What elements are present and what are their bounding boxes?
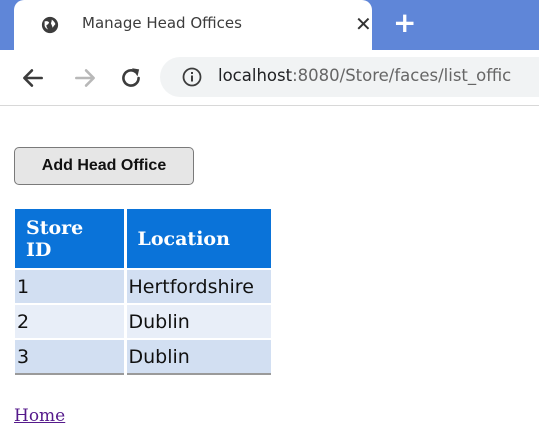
store-id-cell: 2: [15, 303, 127, 339]
home-link[interactable]: Home: [14, 406, 65, 426]
column-header-store-id: Store ID: [15, 209, 127, 269]
store-id-cell: 1: [15, 268, 127, 304]
location-cell: Dublin: [125, 338, 271, 374]
page-content: Add Head Office Store ID Location 1 Hert…: [0, 106, 539, 434]
url-path: :8080/Store/faces/list_offic: [292, 66, 512, 85]
globe-icon: [41, 16, 59, 34]
tab-strip: Manage Head Offices ✕ +: [0, 0, 539, 50]
forward-arrow-icon[interactable]: [72, 65, 98, 91]
head-offices-table: Store ID Location 1 Hertfordshire 2 Dubl…: [15, 209, 271, 375]
url-text[interactable]: localhost:8080/Store/faces/list_offic: [218, 66, 511, 85]
add-head-office-button[interactable]: Add Head Office: [14, 147, 194, 185]
back-arrow-icon[interactable]: [20, 65, 46, 91]
table-row: 1 Hertfordshire: [15, 268, 271, 304]
url-host: localhost: [218, 66, 293, 85]
close-icon[interactable]: ✕: [355, 12, 372, 36]
store-id-cell: 3: [15, 338, 127, 374]
new-tab-icon[interactable]: +: [393, 8, 416, 38]
browser-toolbar: localhost:8080/Store/faces/list_offic: [0, 50, 539, 106]
info-icon[interactable]: [182, 67, 202, 87]
column-header-location: Location: [125, 209, 271, 269]
browser-window: Manage Head Offices ✕ + localhost:8080/S…: [0, 0, 539, 434]
active-tab[interactable]: Manage Head Offices ✕: [14, 0, 372, 50]
location-cell: Dublin: [125, 303, 271, 339]
table-row: 2 Dublin: [15, 303, 271, 339]
table-header-row: Store ID Location: [15, 209, 271, 269]
location-cell: Hertfordshire: [125, 268, 271, 304]
table-row: 3 Dublin: [15, 338, 271, 374]
reload-icon[interactable]: [118, 65, 144, 91]
address-bar[interactable]: localhost:8080/Store/faces/list_offic: [160, 57, 539, 97]
tab-title: Manage Head Offices: [82, 14, 242, 32]
